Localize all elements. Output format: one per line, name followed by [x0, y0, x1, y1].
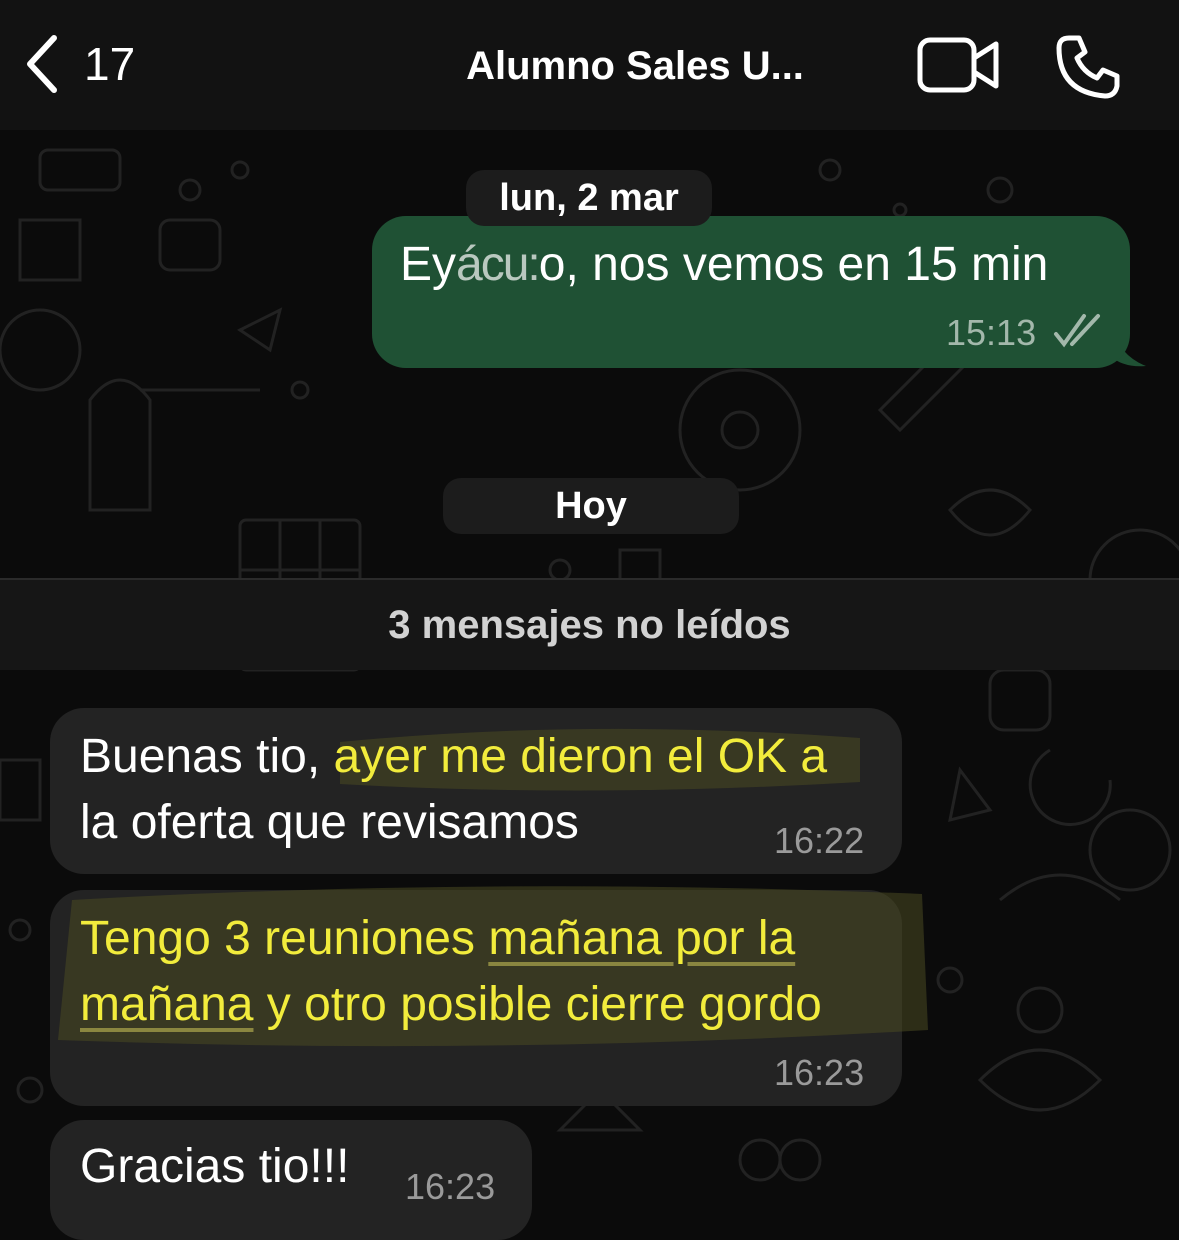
date-link[interactable]: mañana por la [488, 912, 795, 965]
message-line: Buenas tio, ayer me dieron el OK a [80, 730, 828, 783]
message-timestamp: 15:13 [946, 312, 1037, 353]
date-separator-today: Hoy [443, 478, 739, 534]
chat-header: 17 Alumno Sales U... [0, 0, 1179, 130]
message-line: mañana y otro posible cierre gordo [80, 978, 822, 1031]
back-button[interactable]: 17 [22, 34, 135, 94]
message-timestamp: 16:22 [774, 820, 865, 861]
message-line: Tengo 3 reuniones mañana por la [80, 912, 796, 965]
message-text: Gracias tio!!! [80, 1140, 350, 1193]
message-timestamp: 16:23 [774, 1052, 865, 1093]
date-separator: lun, 2 mar [466, 170, 712, 226]
voice-call-button[interactable] [1055, 34, 1121, 105]
highlighted-text: ayer me dieron el OK a [333, 730, 828, 783]
unread-chats-count: 17 [84, 38, 136, 90]
unread-messages-divider: 3 mensajes no leídos [0, 578, 1179, 670]
outgoing-message-text: Eyácu:o, nos vemos en 15 min [400, 238, 1049, 291]
video-call-button[interactable] [916, 36, 1000, 99]
date-link[interactable]: mañana [80, 978, 253, 1031]
video-camera-icon [917, 37, 999, 93]
phone-icon [1056, 35, 1120, 99]
contact-name[interactable]: Alumno Sales U... [440, 38, 830, 94]
smudged-text: ácu: [456, 238, 541, 291]
message-timestamp: 16:23 [405, 1166, 496, 1207]
message-line: la oferta que revisamos [80, 796, 579, 849]
chevron-left-icon [27, 35, 57, 93]
double-check-icon [1054, 314, 1100, 348]
